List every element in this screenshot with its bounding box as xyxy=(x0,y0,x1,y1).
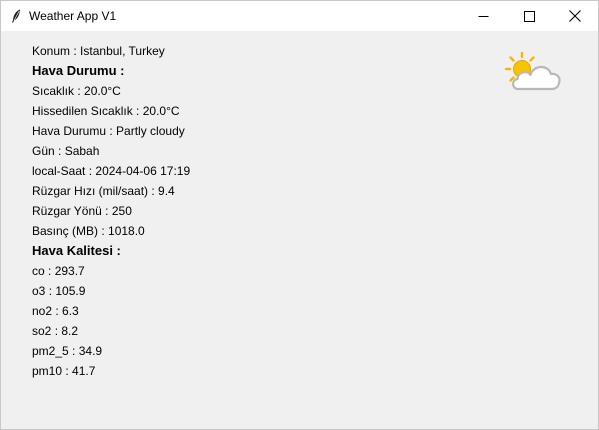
weather-label: Gün xyxy=(32,144,55,158)
window-controls xyxy=(460,1,598,31)
weather-label: Hava Durumu xyxy=(32,124,107,138)
weather-row: Basınç (MB) : 1018.0 xyxy=(32,224,145,238)
air-quality-row: co : 293.7 xyxy=(32,264,85,278)
feather-icon xyxy=(9,8,23,24)
maximize-button[interactable] xyxy=(506,1,552,31)
weather-label: local-Saat xyxy=(32,164,86,178)
weather-row: Gün : Sabah xyxy=(32,144,100,158)
air-quality-heading: Hava Kalitesi : xyxy=(32,243,121,258)
weather-row: Sıcaklık : 20.0°C xyxy=(32,84,121,98)
air-quality-value: 34.9 xyxy=(78,344,103,358)
weather-value: 20.0°C xyxy=(142,104,180,118)
weather-row: Hissedilen Sıcaklık : 20.0°C xyxy=(32,104,180,118)
air-quality-label: pm10 xyxy=(32,364,63,378)
window-title: Weather App V1 xyxy=(29,9,117,23)
air-quality-row: pm2_5 : 34.9 xyxy=(32,344,103,358)
air-quality-label: no2 xyxy=(32,304,53,318)
air-quality-row: o3 : 105.9 xyxy=(32,284,86,298)
location-value: Istanbul, Turkey xyxy=(80,44,165,58)
app-window: Weather App V1 Konum : Istanbul, Turkey … xyxy=(0,0,599,430)
air-quality-label: co xyxy=(32,264,45,278)
weather-value: 20.0°C xyxy=(84,84,121,98)
air-quality-value: 293.7 xyxy=(54,264,85,278)
air-quality-row: pm10 : 41.7 xyxy=(32,364,96,378)
maximize-icon xyxy=(523,10,535,22)
weather-value: 2024-04-06 17:19 xyxy=(95,164,191,178)
air-quality-label: pm2_5 xyxy=(32,344,69,358)
weather-row: Rüzgar Yönü : 250 xyxy=(32,204,132,218)
weather-label: Rüzgar Hızı (mil/saat) xyxy=(32,184,149,198)
weather-value: Sabah xyxy=(64,144,100,158)
close-button[interactable] xyxy=(552,1,598,31)
air-quality-value: 41.7 xyxy=(72,364,96,378)
air-quality-label: so2 xyxy=(32,324,52,338)
air-quality-value: 105.9 xyxy=(55,284,86,298)
air-quality-row: no2 : 6.3 xyxy=(32,304,79,318)
weather-value: 9.4 xyxy=(158,184,175,198)
partly-cloudy-icon xyxy=(504,51,561,91)
air-quality-value: 8.2 xyxy=(61,324,79,338)
minimize-button[interactable] xyxy=(460,1,506,31)
weather-value: 1018.0 xyxy=(108,224,145,238)
weather-label: Sıcaklık xyxy=(32,84,75,98)
minimize-icon xyxy=(478,15,488,17)
location-row: Konum : Istanbul, Turkey xyxy=(32,44,165,58)
weather-heading: Hava Durumu : xyxy=(32,63,125,78)
weather-value: Partly cloudy xyxy=(116,124,185,138)
weather-info: Konum : Istanbul, Turkey Hava Durumu : S… xyxy=(32,41,190,381)
weather-row: local-Saat : 2024-04-06 17:19 xyxy=(32,164,191,178)
location-label: Konum xyxy=(32,44,71,58)
weather-label: Hissedilen Sıcaklık xyxy=(32,104,133,118)
weather-label: Basınç (MB) xyxy=(32,224,99,238)
weather-label: Rüzgar Yönü xyxy=(32,204,102,218)
close-icon xyxy=(569,10,581,22)
weather-row: Hava Durumu : Partly cloudy xyxy=(32,124,185,138)
air-quality-label: o3 xyxy=(32,284,46,298)
air-quality-value: 6.3 xyxy=(62,304,79,318)
title-bar[interactable]: Weather App V1 xyxy=(1,1,598,31)
weather-value: 250 xyxy=(111,204,132,218)
weather-row: Rüzgar Hızı (mil/saat) : 9.4 xyxy=(32,184,175,198)
air-quality-row: so2 : 8.2 xyxy=(32,324,79,338)
